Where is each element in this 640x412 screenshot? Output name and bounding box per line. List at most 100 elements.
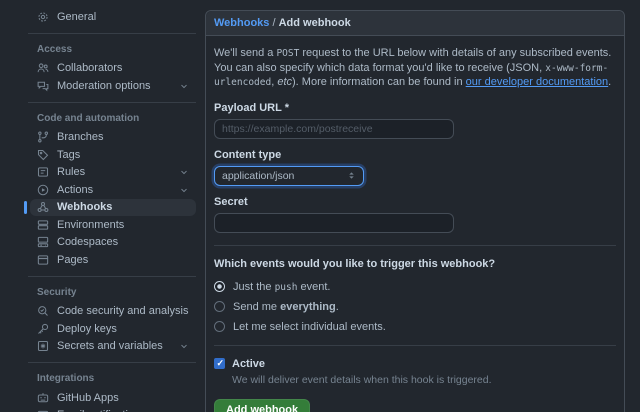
people-icon [37, 62, 49, 74]
sidebar-item-label: Branches [57, 131, 103, 143]
sidebar-item-actions[interactable]: Actions [30, 181, 196, 199]
sidebar-item-code-security[interactable]: Code security and analysis [30, 303, 196, 321]
sidebar-item-branches[interactable]: Branches [30, 129, 196, 147]
settings-content: Webhooks / Add webhook We'll send a POST… [200, 0, 640, 412]
intro-text: . [608, 76, 611, 88]
breadcrumb-current: Add webhook [279, 17, 351, 29]
sidebar-section-code-automation: Code and automation [30, 110, 196, 129]
sidebar-item-label: Collaborators [57, 62, 122, 74]
chevron-down-icon [179, 167, 189, 177]
breadcrumb-separator: / [272, 17, 275, 29]
repo-settings-page: General Access Collaborators Moderation … [0, 0, 640, 412]
content-type-selected-value: application/json [222, 170, 294, 182]
select-caret-icon [347, 171, 356, 180]
option-text: . [336, 301, 339, 313]
secret-label: Secret [214, 196, 616, 208]
form-divider [214, 345, 616, 346]
key-icon [37, 323, 49, 335]
sidebar-item-webhooks[interactable]: Webhooks [30, 199, 196, 217]
codespaces-icon [37, 236, 49, 248]
content-type-label: Content type [214, 149, 616, 161]
git-branch-icon [37, 131, 49, 143]
required-mark: * [285, 102, 289, 114]
sidebar-item-codespaces[interactable]: Codespaces [30, 234, 196, 252]
individual-events-radio[interactable] [214, 321, 225, 332]
sidebar-item-label: Code security and analysis [57, 305, 188, 317]
sidebar-item-github-apps[interactable]: GitHub Apps [30, 389, 196, 407]
add-webhook-button[interactable]: Add webhook [214, 399, 310, 412]
intro-text: ). More information can be found in [292, 76, 466, 88]
rules-icon [37, 166, 49, 178]
sidebar-item-general[interactable]: General [30, 8, 196, 26]
add-webhook-form: We'll send a POST request to the URL bel… [206, 36, 624, 412]
codescan-icon [37, 305, 49, 317]
sidebar-item-moderation-options[interactable]: Moderation options [30, 77, 196, 95]
secret-icon [37, 340, 49, 352]
sidebar-item-label: Webhooks [57, 201, 112, 213]
event-option-label: Just the push event. [233, 281, 331, 293]
comment-discussion-icon [37, 80, 49, 92]
active-label: Active [232, 358, 265, 370]
developer-documentation-link[interactable]: our developer documentation [466, 76, 608, 88]
active-group: Active We will deliver event details whe… [214, 358, 616, 386]
sidebar-item-environments[interactable]: Environments [30, 216, 196, 234]
push-code: push [275, 282, 298, 293]
sidebar-divider [28, 276, 196, 277]
form-divider [214, 245, 616, 246]
sidebar-section-access: Access [30, 41, 196, 60]
sidebar-item-label: Rules [57, 166, 85, 178]
send-everything-radio[interactable] [214, 301, 225, 312]
option-text: event. [297, 281, 330, 293]
event-option-label: Send me everything. [233, 301, 339, 313]
sidebar-item-label: Environments [57, 219, 124, 231]
sidebar-item-label: Deploy keys [57, 323, 117, 335]
webhook-icon [37, 201, 49, 213]
event-option-just-push[interactable]: Just the push event. [214, 281, 616, 293]
just-push-radio[interactable] [214, 281, 225, 292]
breadcrumb-webhooks-link[interactable]: Webhooks [214, 17, 269, 29]
tag-icon [37, 149, 49, 161]
sidebar-item-label: Tags [57, 149, 80, 161]
option-text: Let me select individual events. [233, 321, 386, 333]
sidebar-item-label: General [57, 11, 96, 23]
add-webhook-panel: Webhooks / Add webhook We'll send a POST… [205, 10, 625, 412]
sidebar-divider [28, 102, 196, 103]
gear-icon [37, 11, 49, 23]
chevron-down-icon [179, 81, 189, 91]
sidebar-item-rules[interactable]: Rules [30, 164, 196, 182]
browser-icon [37, 254, 49, 266]
sidebar-item-tags[interactable]: Tags [30, 146, 196, 164]
sidebar-item-pages[interactable]: Pages [30, 251, 196, 269]
sidebar-item-collaborators[interactable]: Collaborators [30, 60, 196, 78]
hubot-icon [37, 392, 49, 404]
server-icon [37, 219, 49, 231]
events-question: Which events would you like to trigger t… [214, 258, 616, 270]
settings-sidebar: General Access Collaborators Moderation … [0, 0, 200, 412]
intro-code-post: POST [276, 48, 299, 59]
event-option-label: Let me select individual events. [233, 321, 386, 333]
payload-url-group: Payload URL * [214, 102, 616, 139]
sidebar-item-email-notifications[interactable]: Email notifications [30, 407, 196, 412]
sidebar-item-label: Secrets and variables [57, 340, 163, 352]
sidebar-section-integrations: Integrations [30, 370, 196, 389]
payload-url-input[interactable] [214, 119, 454, 139]
sidebar-item-label: GitHub Apps [57, 392, 119, 404]
sidebar-item-secrets-variables[interactable]: Secrets and variables [30, 338, 196, 356]
secret-input[interactable] [214, 213, 454, 233]
event-option-everything[interactable]: Send me everything. [214, 301, 616, 313]
breadcrumb: Webhooks / Add webhook [206, 11, 624, 36]
event-option-individual[interactable]: Let me select individual events. [214, 321, 616, 333]
active-row[interactable]: Active [214, 358, 616, 370]
everything-emphasis: everything [280, 301, 336, 313]
active-checkbox[interactable] [214, 358, 225, 369]
webhook-intro-text: We'll send a POST request to the URL bel… [214, 46, 616, 90]
sidebar-item-label: Pages [57, 254, 88, 266]
option-text: Send me [233, 301, 280, 313]
chevron-down-icon [179, 185, 189, 195]
content-type-select[interactable]: application/json [214, 166, 364, 186]
intro-etc: etc [277, 76, 292, 88]
chevron-down-icon [179, 341, 189, 351]
intro-text: We'll send a [214, 47, 276, 59]
secret-group: Secret [214, 196, 616, 233]
sidebar-item-deploy-keys[interactable]: Deploy keys [30, 320, 196, 338]
